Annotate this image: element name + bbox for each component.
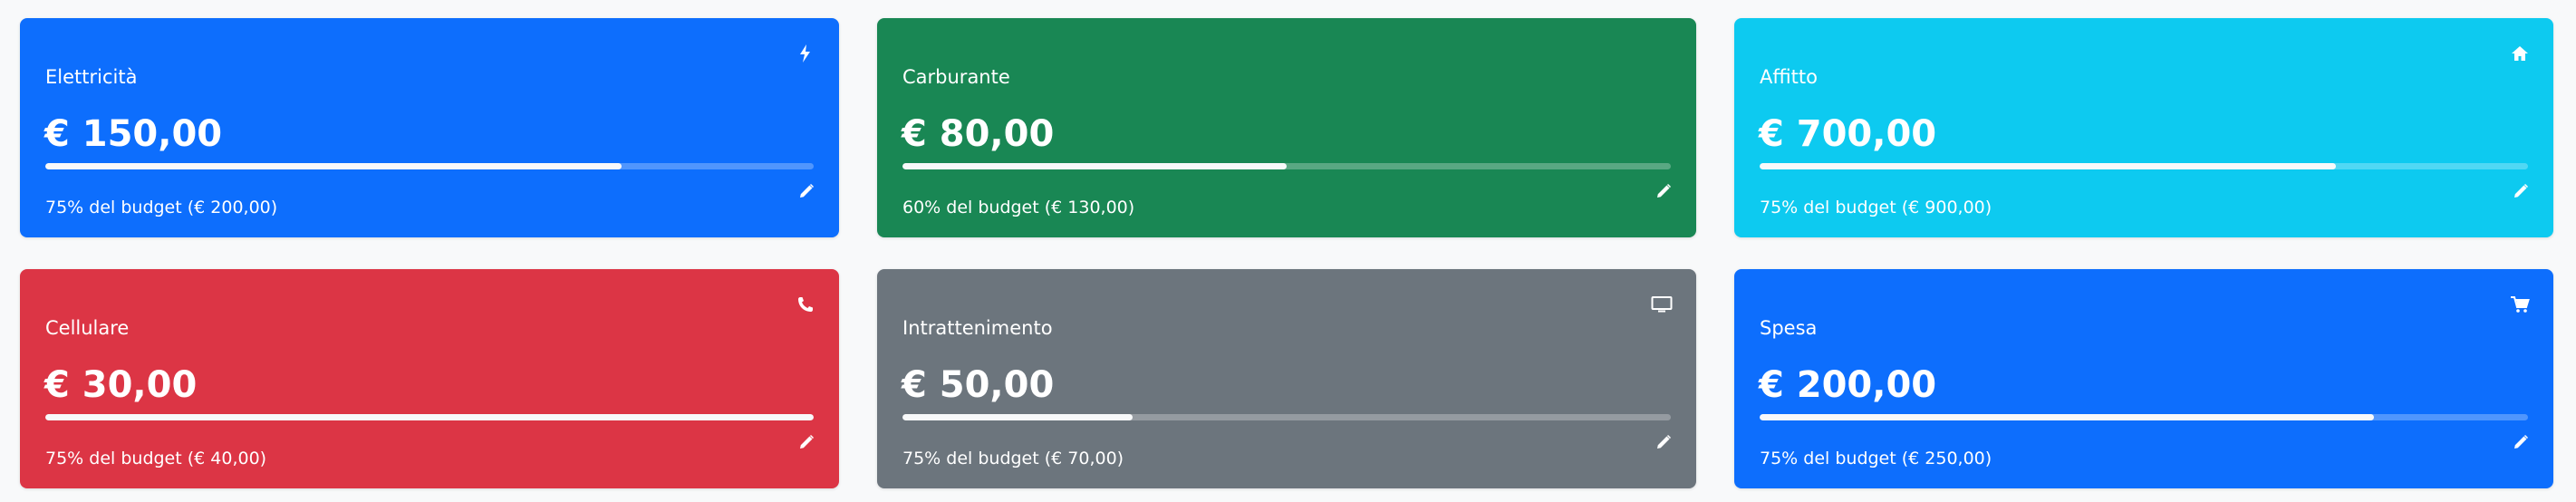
budget-progress-bar [902, 163, 1671, 169]
card-category-label: Carburante [902, 66, 1010, 88]
budget-progress-fill [45, 414, 814, 420]
budget-card-cellulare: Cellulare € 30,00 75% del budget (€ 40,0… [20, 269, 839, 488]
card-amount: € 30,00 [44, 364, 198, 406]
card-amount: € 700,00 [1759, 113, 1937, 155]
card-category-label: Cellulare [45, 317, 130, 339]
budget-card-affitto: Affitto € 700,00 75% del budget (€ 900,0… [1734, 18, 2553, 237]
phone-icon [796, 294, 815, 314]
budget-progress-fill [902, 414, 1134, 420]
bolt-icon [796, 43, 815, 63]
budget-progress-fill [1760, 414, 2375, 420]
budget-percentage-text: 75% del budget (€ 200,00) [45, 198, 278, 217]
budget-progress-fill [1760, 163, 2336, 169]
edit-pencil-icon[interactable] [1655, 183, 1672, 199]
edit-pencil-icon[interactable] [798, 183, 815, 199]
card-amount: € 50,00 [902, 364, 1055, 406]
budget-progress-bar [902, 414, 1671, 420]
budget-percentage-text: 75% del budget (€ 900,00) [1760, 198, 1992, 217]
budget-progress-bar [45, 163, 814, 169]
budget-percentage-text: 60% del budget (€ 130,00) [902, 198, 1135, 217]
budget-card-elettricita: Elettricità € 150,00 75% del budget (€ 2… [20, 18, 839, 237]
card-amount: € 150,00 [44, 113, 223, 155]
card-category-label: Affitto [1760, 66, 1818, 88]
budget-progress-bar [1760, 414, 2528, 420]
budget-percentage-text: 75% del budget (€ 40,00) [45, 449, 267, 468]
budget-progress-fill [902, 163, 1287, 169]
card-category-label: Intrattenimento [902, 317, 1053, 339]
edit-pencil-icon[interactable] [1655, 434, 1672, 450]
budget-card-carburante: Carburante € 80,00 60% del budget (€ 130… [877, 18, 1696, 237]
budget-card-spesa: Spesa € 200,00 75% del budget (€ 250,00) [1734, 269, 2553, 488]
monitor-icon [1651, 294, 1673, 314]
edit-pencil-icon[interactable] [2513, 183, 2529, 199]
budget-card-intrattenimento: Intrattenimento € 50,00 75% del budget (… [877, 269, 1696, 488]
cart-icon [2510, 294, 2530, 314]
edit-pencil-icon[interactable] [2513, 434, 2529, 450]
card-amount: € 200,00 [1759, 364, 1937, 406]
budget-percentage-text: 75% del budget (€ 250,00) [1760, 449, 1992, 468]
budget-cards-grid: Elettricità € 150,00 75% del budget (€ 2… [0, 0, 2576, 502]
home-icon [2510, 43, 2530, 63]
budget-progress-bar [45, 414, 814, 420]
card-category-label: Elettricità [45, 66, 138, 88]
budget-progress-bar [1760, 163, 2528, 169]
card-amount: € 80,00 [902, 113, 1055, 155]
budget-percentage-text: 75% del budget (€ 70,00) [902, 449, 1124, 468]
edit-pencil-icon[interactable] [798, 434, 815, 450]
card-category-label: Spesa [1760, 317, 1818, 339]
budget-progress-fill [45, 163, 622, 169]
